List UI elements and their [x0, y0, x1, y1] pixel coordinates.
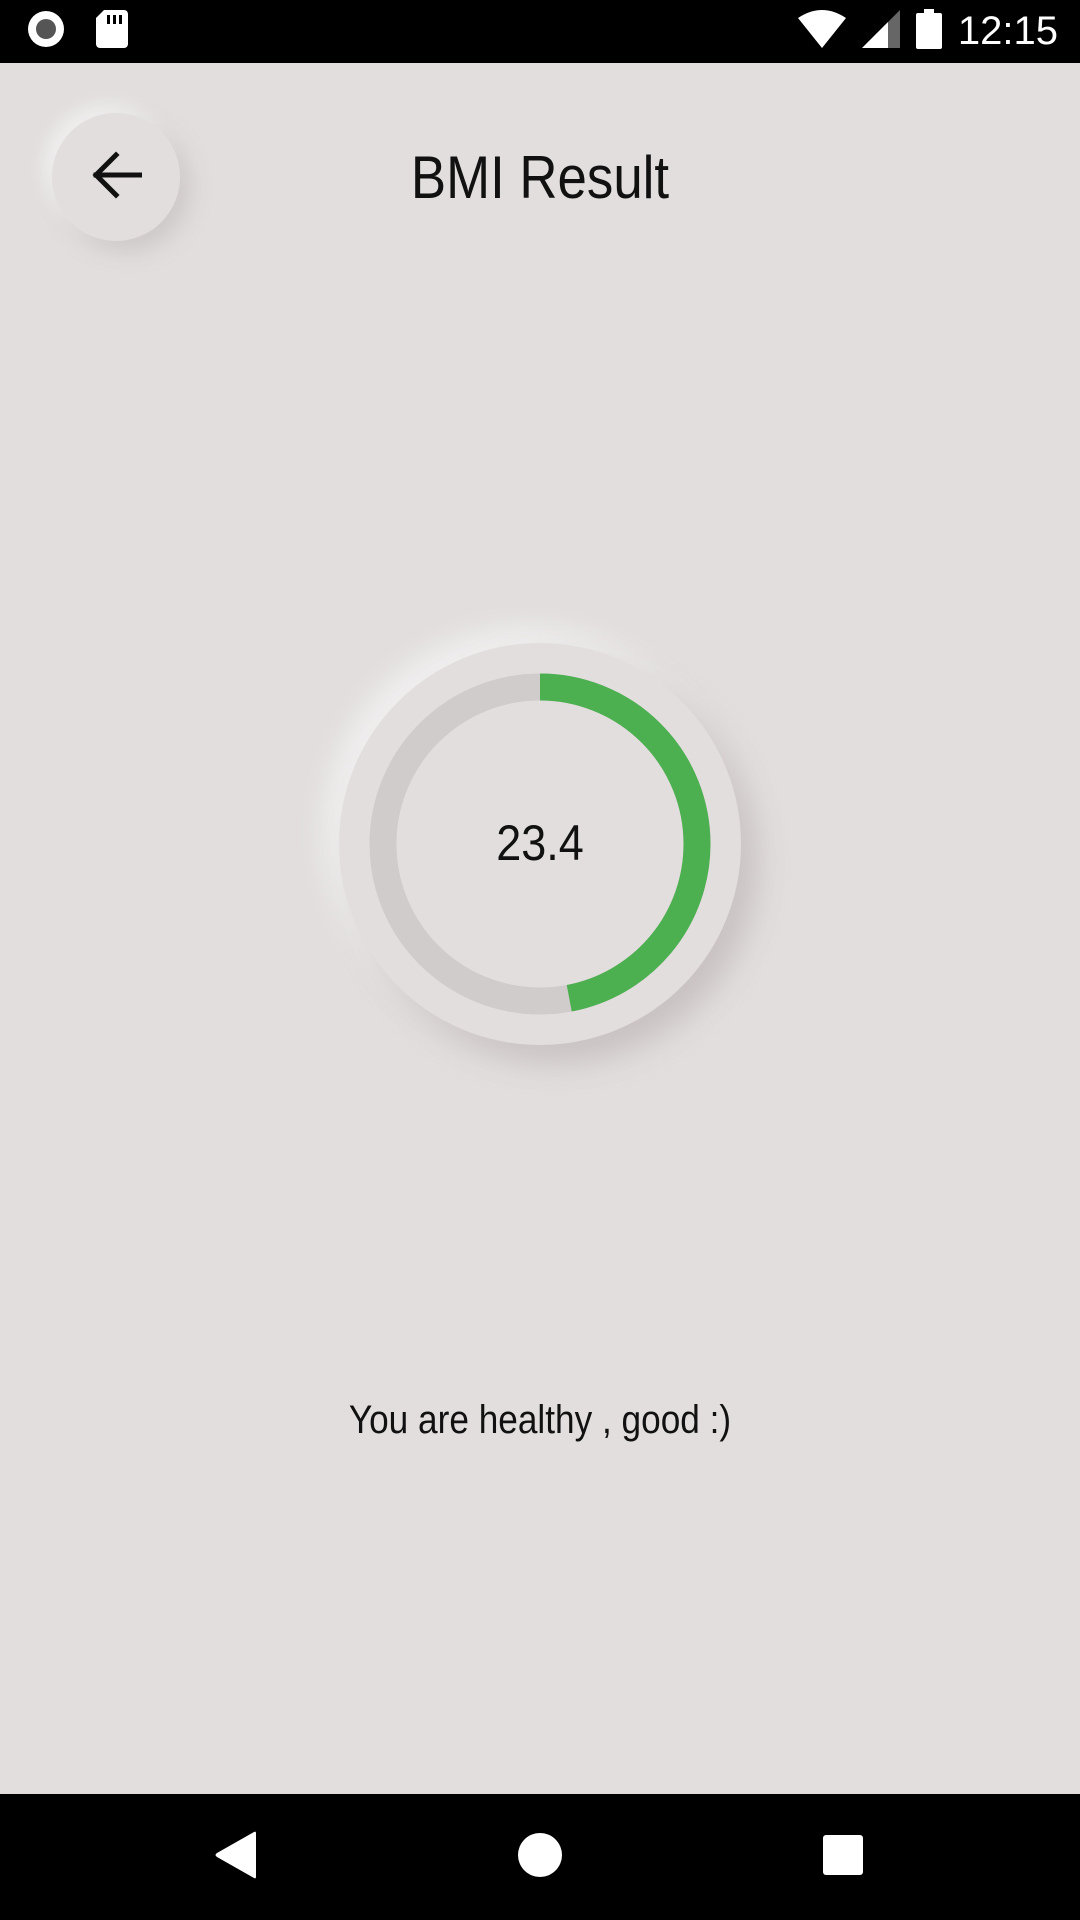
- battery-icon: [915, 8, 942, 54]
- status-bar: 12:15: [0, 0, 1080, 63]
- record-icon: [26, 9, 66, 54]
- wifi-icon: [797, 9, 846, 53]
- back-triangle-icon: [212, 1830, 260, 1885]
- status-bar-right: 12:15: [797, 8, 1058, 54]
- status-bar-clock: 12:15: [957, 8, 1058, 53]
- recents-square-icon: [822, 1834, 864, 1881]
- cell-signal-icon: [861, 9, 900, 53]
- bmi-gauge: 23.4: [339, 643, 741, 1045]
- sd-card-icon: [96, 9, 128, 53]
- nav-back-button[interactable]: [203, 1824, 269, 1890]
- status-bar-left: [26, 9, 128, 54]
- bmi-value: 23.4: [496, 815, 584, 871]
- home-circle-icon: [517, 1832, 563, 1883]
- nav-home-button[interactable]: [507, 1824, 573, 1890]
- page-title: BMI Result: [410, 144, 670, 211]
- nav-recents-button[interactable]: [810, 1824, 876, 1890]
- result-message: You are healthy , good :): [348, 1398, 732, 1442]
- navigation-bar: [0, 1794, 1080, 1920]
